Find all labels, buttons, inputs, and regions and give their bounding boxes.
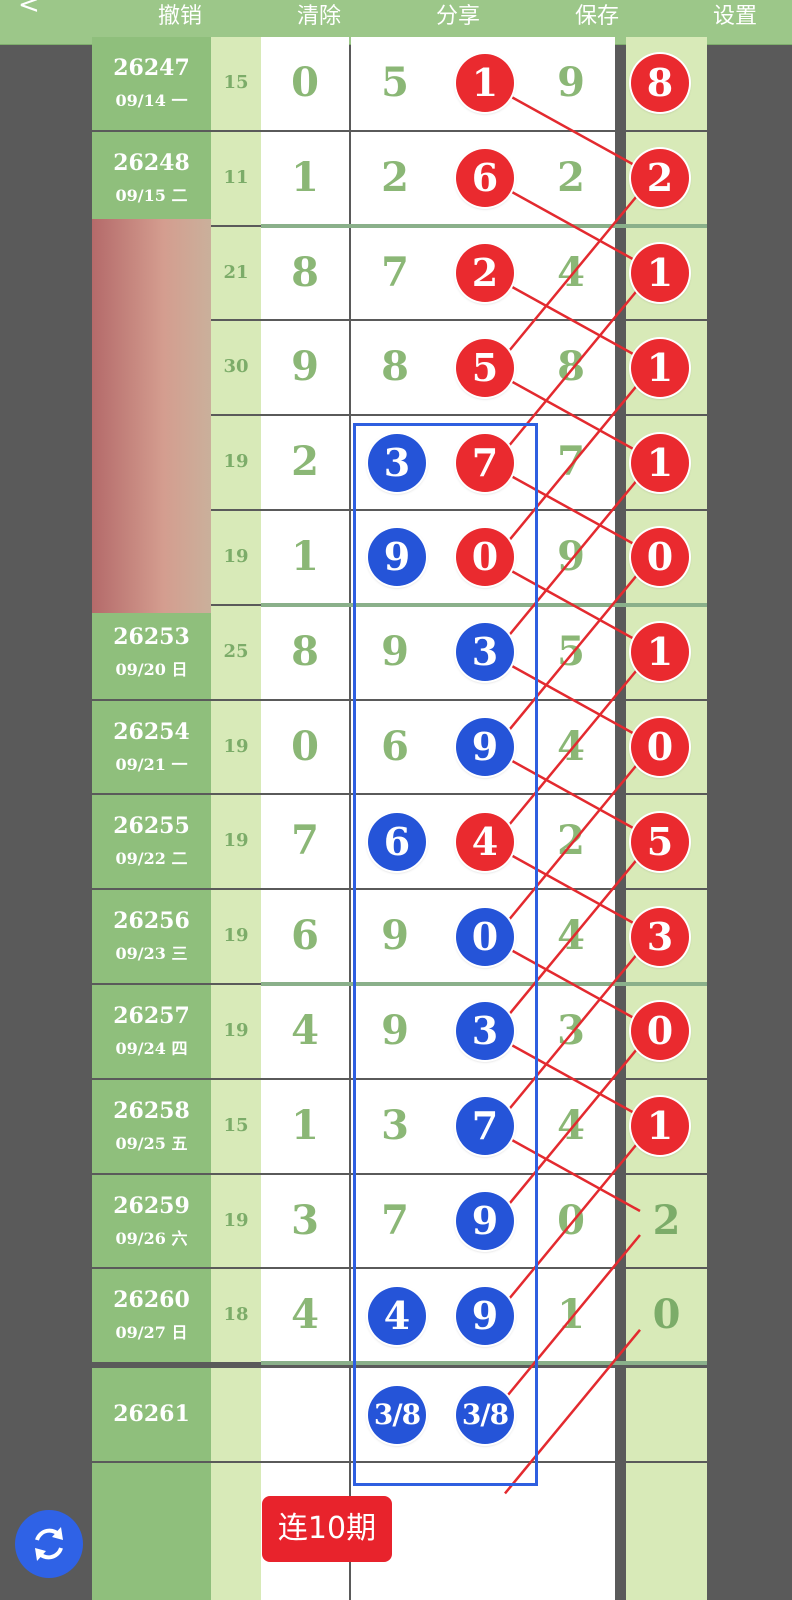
blue-ball[interactable]: 0 [456,907,514,966]
streak-badge[interactable]: 连10期 [262,1496,392,1562]
red-ball[interactable]: 1 [456,54,514,113]
connector-line [504,191,641,357]
red-ball[interactable]: 0 [456,528,514,587]
prediction-ball[interactable]: 3/8 [456,1385,514,1444]
blue-ball[interactable]: 9 [368,528,426,587]
red-ball[interactable]: 4 [456,812,514,871]
red-ball[interactable]: 3 [631,907,689,966]
blue-ball[interactable]: 9 [456,718,514,776]
blue-ball[interactable]: 9 [456,1192,514,1250]
blue-ball[interactable]: 4 [368,1286,426,1345]
red-ball[interactable]: 5 [456,338,514,397]
blue-ball[interactable]: 3 [368,433,426,492]
red-ball[interactable]: 2 [631,149,689,208]
red-ball[interactable]: 1 [631,338,689,397]
blue-ball[interactable]: 7 [456,1097,514,1156]
red-ball[interactable]: 6 [456,149,514,208]
red-ball[interactable]: 0 [631,1002,689,1061]
prediction-ball[interactable]: 3/8 [368,1385,426,1444]
connector-line [504,92,641,170]
refresh-icon [35,1527,63,1561]
red-ball[interactable]: 1 [631,623,689,682]
red-ball[interactable]: 2 [456,244,514,302]
red-ball[interactable]: 0 [631,528,689,587]
red-ball[interactable]: 7 [456,433,514,492]
connector-line [504,281,641,359]
blue-ball[interactable]: 6 [368,812,426,871]
blue-ball[interactable]: 9 [456,1286,514,1345]
red-ball[interactable]: 5 [631,812,689,871]
connector-line [504,187,641,265]
blue-ball[interactable]: 3 [456,623,514,682]
red-ball[interactable]: 1 [631,1097,689,1156]
red-ball[interactable]: 8 [631,54,689,113]
red-ball[interactable]: 1 [631,244,689,302]
refresh-button[interactable] [15,1510,83,1578]
blue-ball[interactable]: 3 [456,1002,514,1061]
red-ball[interactable]: 1 [631,433,689,492]
red-ball[interactable]: 0 [631,718,689,776]
